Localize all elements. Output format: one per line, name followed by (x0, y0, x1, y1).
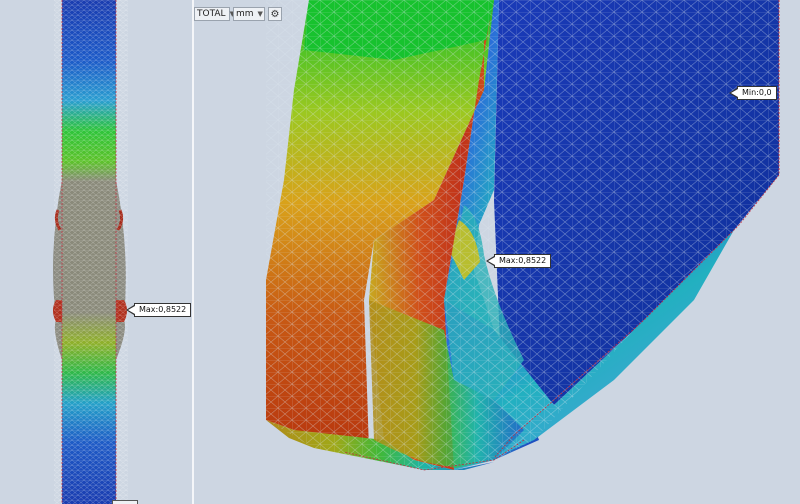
left-fea-model (53, 0, 128, 504)
chevron-down-icon: ▼ (257, 10, 263, 18)
component-value: TOTAL (197, 9, 226, 19)
right-fea-model (266, 0, 780, 471)
left-max-value: Max:0,8522 (139, 305, 187, 314)
unit-dropdown[interactable]: mm ▼ (233, 7, 265, 21)
right-viewport[interactable]: Max:0,8522 Min:0,0 (194, 0, 800, 504)
gear-icon: ⚙ (270, 8, 280, 20)
unit-value: mm (236, 9, 254, 19)
right-max-value: Max:0,8522 (499, 256, 547, 265)
component-dropdown[interactable]: TOTAL ▼ (194, 7, 235, 21)
right-min-value: Min:0,0 (742, 88, 772, 97)
left-viewport[interactable]: Max:0,8522 (0, 0, 192, 504)
settings-button[interactable]: ⚙ (268, 7, 282, 21)
result-toolbar: TOTAL ▼ mm ▼ ⚙ (194, 6, 282, 22)
left-max-probe: Max:0,8522 (125, 303, 192, 317)
right-max-probe: Max:0,8522 (485, 254, 552, 268)
left-bottom-handle[interactable] (112, 500, 138, 504)
right-min-probe: Min:0,0 (729, 86, 777, 100)
